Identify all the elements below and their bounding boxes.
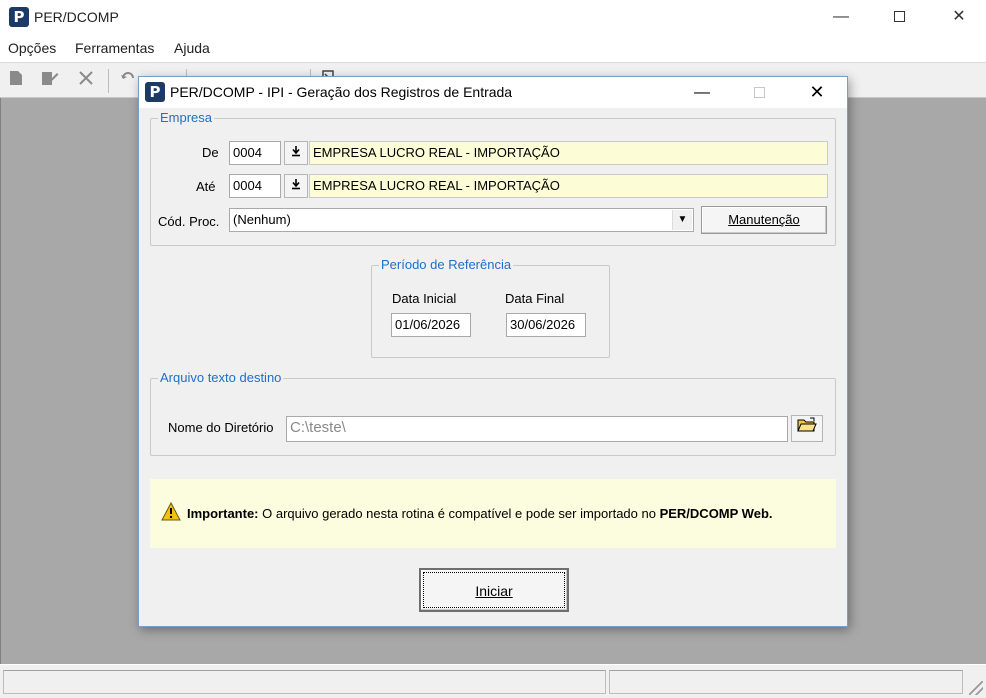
resize-grip[interactable] (969, 681, 983, 695)
notice-bold-prefix: Importante: (187, 506, 259, 521)
iniciar-button-label: Iniciar (475, 583, 513, 599)
ate-company-name: EMPRESA LUCRO REAL - IMPORTAÇÃO (309, 174, 828, 198)
main-maximize-button[interactable] (876, 0, 922, 34)
warning-icon (161, 502, 181, 521)
de-company-name: EMPRESA LUCRO REAL - IMPORTAÇÃO (309, 141, 828, 165)
maximize-icon (753, 87, 765, 99)
status-bar (0, 664, 986, 698)
empresa-legend: Empresa (158, 110, 215, 125)
open-folder-icon (797, 417, 817, 432)
manutencao-button[interactable]: Manutenção (701, 206, 827, 234)
main-title-bar: P PER/DCOMP — ✕ (0, 0, 986, 34)
menu-opcoes[interactable]: Opções (8, 40, 56, 56)
data-final-input[interactable]: 30/06/2026 (506, 313, 586, 337)
menu-bar: Opções Ferramentas Ajuda (0, 38, 986, 60)
periodo-legend: Período de Referência (379, 257, 514, 272)
chevron-down-icon[interactable]: ▼ (672, 210, 692, 230)
main-close-button[interactable]: ✕ (936, 0, 982, 34)
cod-proc-value: (Nenhum) (233, 212, 291, 227)
de-lookup-button[interactable] (284, 141, 308, 165)
ate-lookup-button[interactable] (284, 174, 308, 198)
data-inicial-input[interactable]: 01/06/2026 (391, 313, 471, 337)
ate-label: Até (196, 179, 216, 194)
important-notice-text: Importante: O arquivo gerado nesta rotin… (187, 506, 773, 521)
data-inicial-label: Data Inicial (392, 291, 457, 306)
generation-dialog: P PER/DCOMP - IPI - Geração dos Registro… (138, 76, 848, 627)
cod-proc-label: Cód. Proc. (158, 214, 220, 229)
menu-ajuda[interactable]: Ajuda (174, 40, 210, 56)
data-final-label: Data Final (505, 291, 565, 306)
dialog-close-button[interactable]: ✕ (794, 77, 840, 108)
status-panel-left (3, 670, 606, 694)
delete-icon[interactable] (76, 70, 96, 90)
arquivo-legend: Arquivo texto destino (158, 370, 284, 385)
manutencao-button-label: Manutenção (728, 212, 800, 227)
ate-code-input[interactable]: 0004 (229, 174, 281, 198)
toolbar-separator (108, 69, 109, 93)
notice-bold-suffix: PER/DCOMP Web. (659, 506, 773, 521)
main-minimize-button[interactable]: — (818, 0, 864, 34)
dialog-title: PER/DCOMP - IPI - Geração dos Registros … (170, 84, 513, 100)
cod-proc-select[interactable]: (Nenhum) ▼ (229, 208, 694, 232)
status-panel-right (609, 670, 963, 694)
menu-ferramentas[interactable]: Ferramentas (75, 40, 154, 56)
de-label: De (202, 145, 219, 160)
maximize-icon (893, 11, 905, 23)
notice-body: O arquivo gerado nesta rotina é compatív… (258, 506, 660, 521)
main-window-title: PER/DCOMP (34, 9, 119, 25)
undo-icon[interactable] (118, 70, 138, 90)
down-arrow-bar-icon (292, 179, 300, 190)
dialog-title-bar[interactable]: P PER/DCOMP - IPI - Geração dos Registro… (139, 77, 847, 108)
dialog-logo: P (145, 82, 165, 102)
empresa-group: Empresa De 0004 EMPRESA LUCRO REAL - IMP… (150, 110, 836, 246)
de-code-input[interactable]: 0004 (229, 141, 281, 165)
down-arrow-bar-icon (292, 146, 300, 157)
dialog-minimize-button[interactable]: — (679, 77, 725, 108)
arquivo-group: Arquivo texto destino Nome do Diretório … (150, 370, 836, 456)
important-notice: Importante: O arquivo gerado nesta rotin… (150, 479, 836, 548)
browse-folder-button[interactable] (791, 415, 823, 442)
edit-document-icon[interactable] (40, 70, 60, 90)
diretorio-input[interactable]: C:\teste\ (286, 416, 788, 442)
app-logo: P (9, 7, 29, 27)
dialog-maximize-button (736, 77, 782, 108)
iniciar-button[interactable]: Iniciar (419, 568, 569, 612)
periodo-group: Período de Referência Data Inicial 01/06… (371, 257, 610, 358)
new-document-icon[interactable] (6, 70, 26, 90)
diretorio-label: Nome do Diretório (168, 420, 274, 435)
